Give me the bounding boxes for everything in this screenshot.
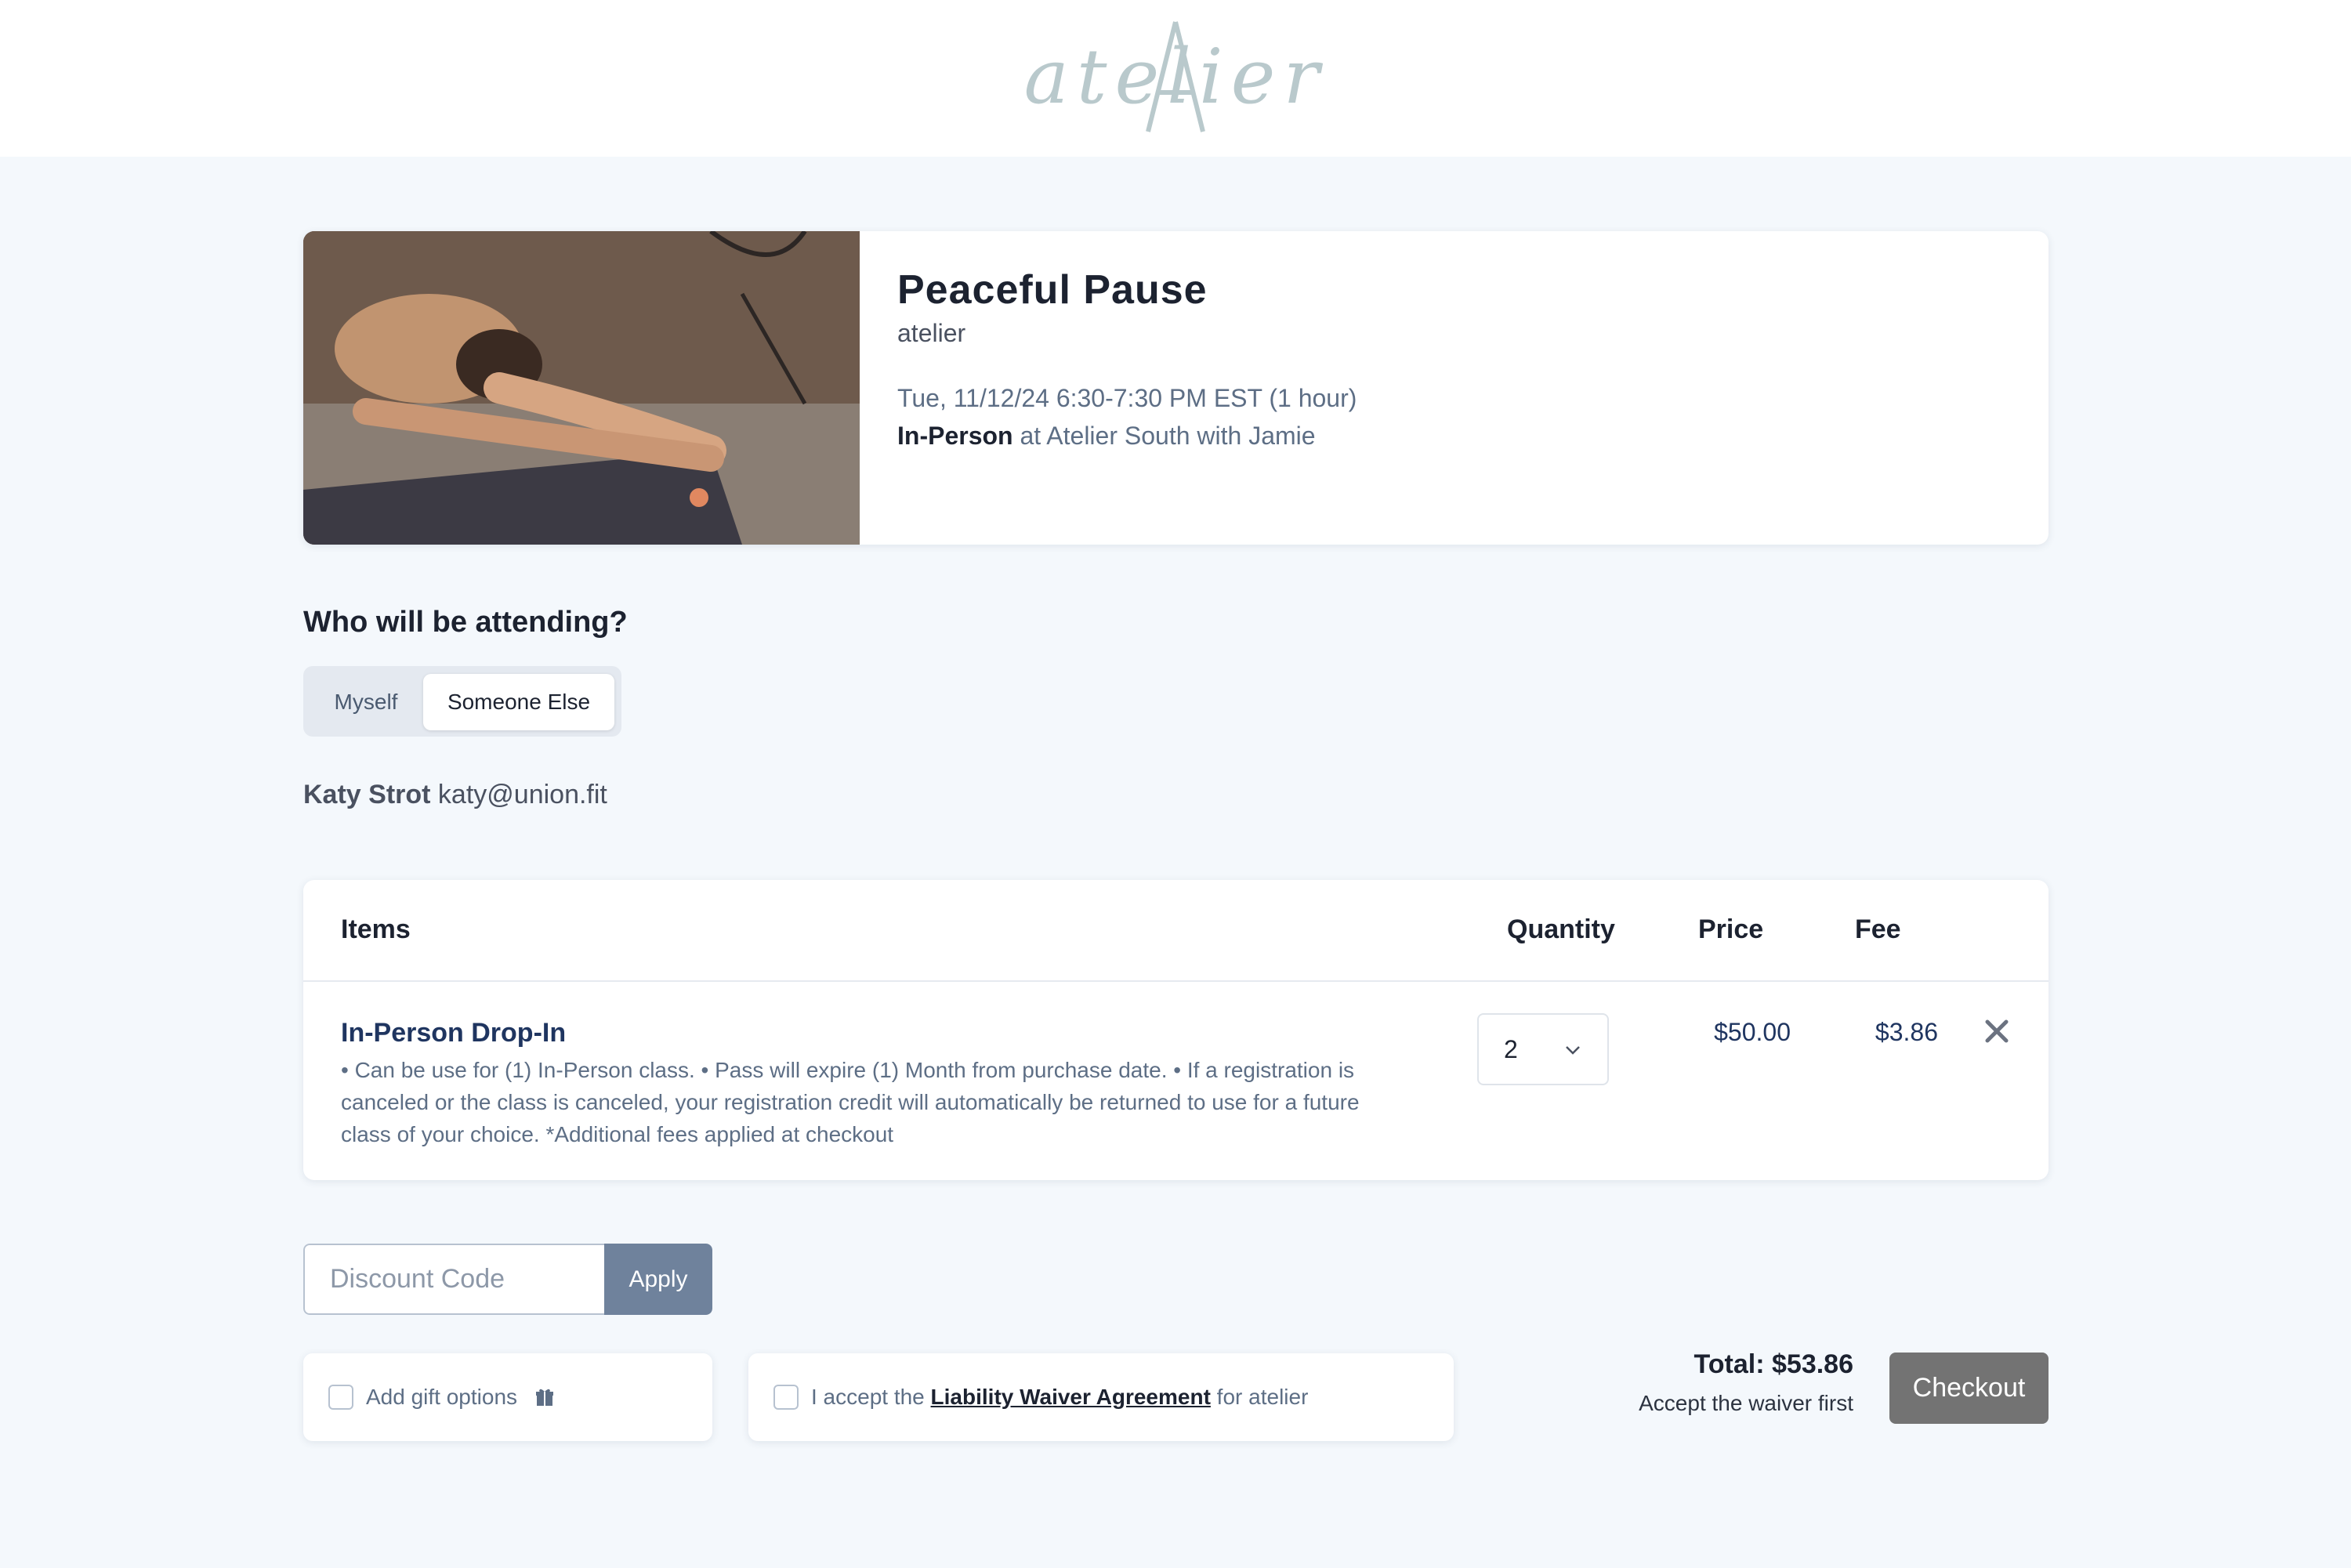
gift-icon (536, 1389, 553, 1406)
waiver-prefix: I accept the (811, 1385, 931, 1409)
event-organization: atelier (897, 319, 966, 347)
atelier-logo[interactable]: atelier (1023, 14, 1328, 139)
items-table: Items Quantity Price Fee In-Person Drop-… (303, 880, 2049, 1180)
event-title: Peaceful Pause (897, 267, 1208, 313)
item-fee: $3.86 (1875, 1018, 1938, 1046)
checkout-note: Accept the waiver first (1639, 1391, 1853, 1415)
discount-code-input[interactable] (303, 1244, 604, 1315)
attendance-heading: Who will be attending? (303, 606, 628, 639)
apply-discount-button[interactable]: Apply (604, 1244, 712, 1315)
event-mode: In-Person (897, 422, 1013, 450)
discount-form: Apply (303, 1244, 712, 1315)
item-description: • Can be use for (1) In-Person class. • … (341, 1058, 1360, 1146)
gift-options-checkbox[interactable] (328, 1385, 353, 1410)
waiver-suffix: for atelier (1210, 1385, 1309, 1409)
waiver-checkbox[interactable] (773, 1385, 799, 1410)
chevron-down-icon (1566, 1046, 1580, 1055)
top-bar: atelier (0, 0, 2351, 157)
attendee-option-someone-else[interactable]: Someone Else (423, 674, 614, 730)
attendee-toggle: Myself Someone Else (303, 666, 621, 737)
event-card: Peaceful Pause atelier Tue, 11/12/24 6:3… (303, 231, 2049, 545)
waiver-agreement-link[interactable]: Liability Waiver Agreement (931, 1385, 1211, 1409)
event-location: In-Person at Atelier South with Jamie (897, 422, 1316, 451)
item-name: In-Person Drop-In (341, 1018, 567, 1048)
event-photo (303, 231, 860, 545)
close-icon[interactable] (1979, 1013, 2015, 1049)
quantity-select[interactable]: 2 (1477, 1013, 1609, 1085)
attendee-name: Katy Strot (303, 780, 431, 809)
waiver-label: I accept the Liability Waiver Agreement … (811, 1385, 1308, 1410)
column-header-fee: Fee (1855, 914, 1901, 944)
checkout-button[interactable]: Checkout (1889, 1353, 2049, 1424)
gift-options-label[interactable]: Add gift options (366, 1385, 517, 1410)
item-price: $50.00 (1714, 1018, 1791, 1046)
event-location-detail: at Atelier South with Jamie (1012, 422, 1316, 450)
attendee-option-myself[interactable]: Myself (311, 674, 421, 730)
column-header-price: Price (1698, 914, 1764, 944)
column-header-quantity: Quantity (1507, 914, 1615, 944)
items-table-header: Items Quantity Price Fee (303, 880, 2049, 982)
logo-wordmark: atelier (1023, 33, 1328, 121)
column-header-items: Items (341, 914, 411, 944)
attendee-email: katy@union.fit (437, 780, 607, 809)
gift-options-card: Add gift options (303, 1353, 712, 1441)
quantity-value: 2 (1504, 1035, 1518, 1063)
order-total: Total: $53.86 (1694, 1349, 1853, 1379)
event-datetime: Tue, 11/12/24 6:30-7:30 PM EST (1 hour) (897, 384, 1357, 412)
waiver-card: I accept the Liability Waiver Agreement … (748, 1353, 1454, 1441)
attendee-info: Katy Strot katy@union.fit (303, 780, 607, 810)
